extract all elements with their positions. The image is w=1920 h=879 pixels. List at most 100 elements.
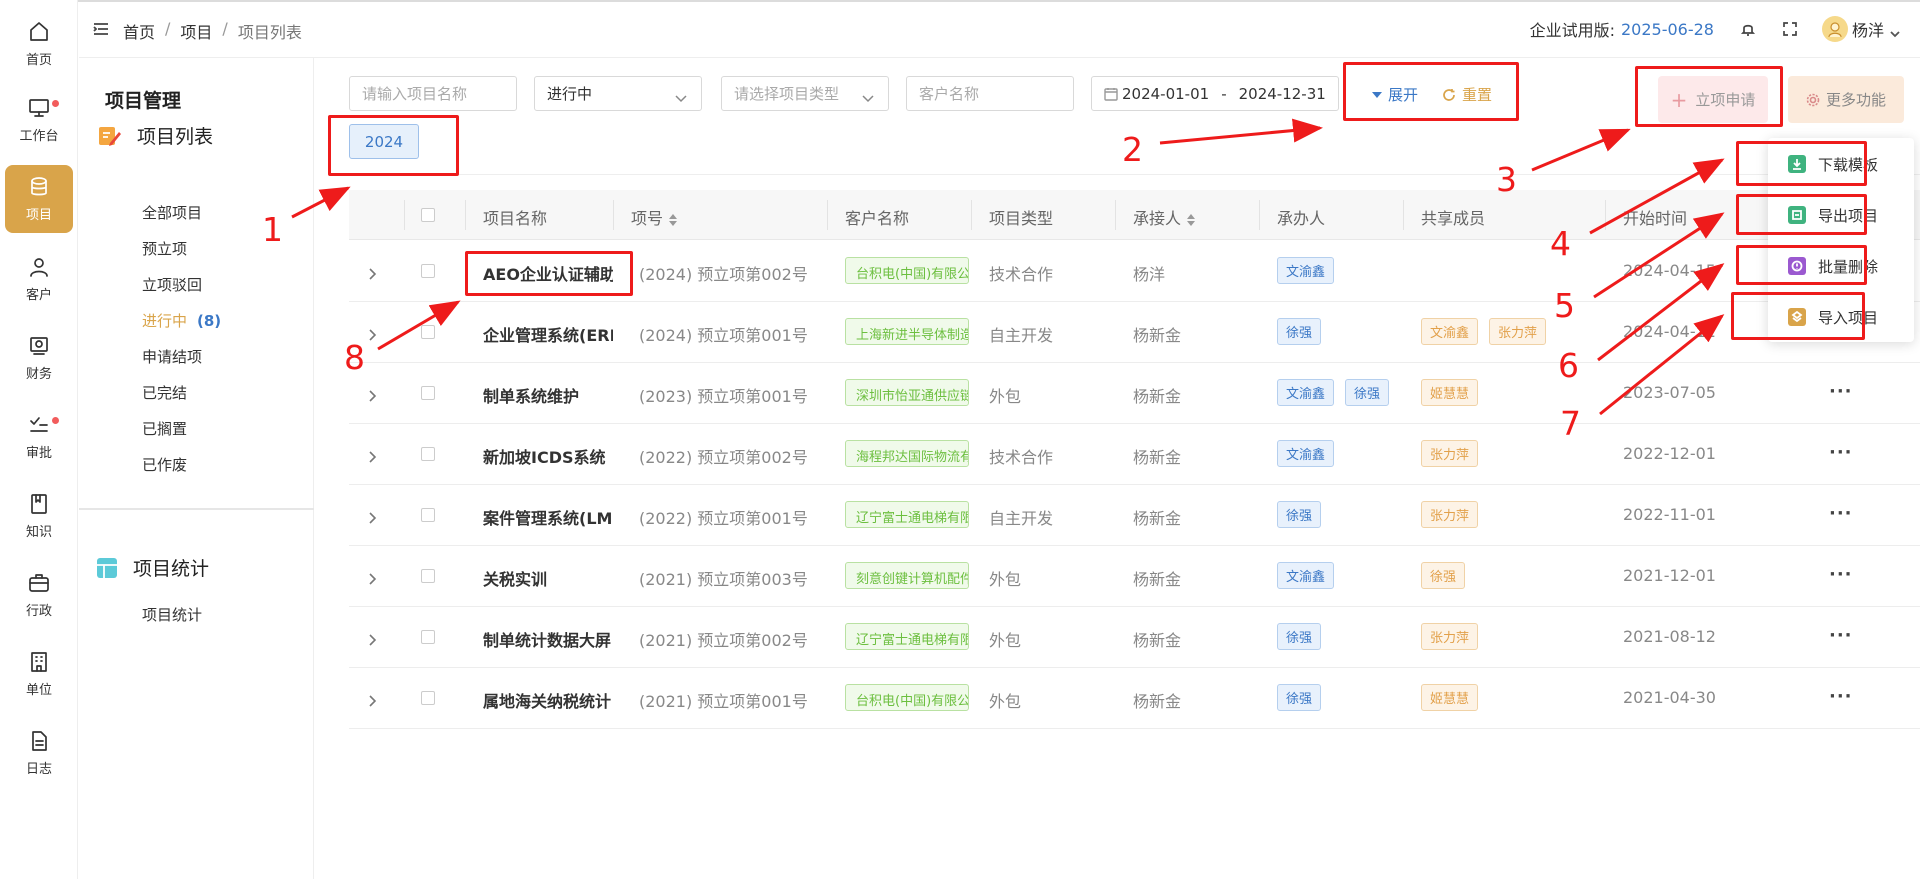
- shared-member-tag: 张力萍: [1421, 501, 1479, 528]
- rail-item-workbench[interactable]: 工作台: [5, 86, 73, 154]
- status-select[interactable]: 进行中: [534, 76, 702, 111]
- start-date: 2021-04-30: [1623, 688, 1716, 707]
- expand-row-icon[interactable]: [369, 570, 377, 585]
- more-actions-button[interactable]: ···: [1829, 381, 1853, 402]
- row-checkbox[interactable]: [421, 691, 435, 705]
- project-type-select[interactable]: 请选择项目类型: [721, 76, 889, 111]
- bell-icon[interactable]: [1740, 21, 1756, 37]
- breadcrumb-project[interactable]: 项目: [180, 19, 212, 43]
- more-functions-button[interactable]: 更多功能: [1788, 76, 1904, 123]
- fullscreen-icon[interactable]: [1782, 21, 1798, 37]
- project-name-input[interactable]: 请输入项目名称: [349, 76, 517, 111]
- rail-item-log[interactable]: 日志: [5, 719, 73, 787]
- user-name[interactable]: 杨洋: [1852, 17, 1884, 41]
- table-row[interactable]: 制单系统维护 (2023) 预立项第001号 深圳市怡亚通供应链股份有限公司 外包 杨新…: [349, 363, 1920, 424]
- table-row[interactable]: 关税实训 (2021) 预立项第003号 刻意创键计算机配件有限公司 外包 杨新金 文渝鑫…: [349, 546, 1920, 607]
- project-name[interactable]: 新加坡ICDS系统: [483, 444, 613, 468]
- customer-tag: 深圳市怡亚通供应链股份有限公司: [845, 379, 969, 406]
- project-name[interactable]: 属地海关纳税统计: [483, 688, 613, 712]
- breadcrumb-home[interactable]: 首页: [123, 19, 155, 43]
- menu-toggle-button[interactable]: [93, 21, 109, 35]
- project-type: 技术合作: [989, 265, 1054, 284]
- sidebar-item-stats[interactable]: 项目统计: [142, 604, 202, 625]
- more-actions-button[interactable]: ···: [1829, 442, 1853, 463]
- expand-row-icon[interactable]: [369, 631, 377, 646]
- avatar[interactable]: [1821, 16, 1848, 42]
- rail-label: 客户: [25, 288, 52, 303]
- sidebar-item-closing[interactable]: 申请结项: [142, 346, 202, 367]
- expand-row-icon[interactable]: [369, 509, 377, 524]
- table-row[interactable]: 制单统计数据大屏 (2021) 预立项第002号 辽宁富士通电梯有限公司 外包 杨新金 徐…: [349, 607, 1920, 668]
- grid-stats-icon: [97, 557, 117, 578]
- sidebar-item-in-progress[interactable]: 进行中 (8): [142, 310, 221, 331]
- sidebar-section-project-stats[interactable]: 项目统计: [96, 554, 209, 581]
- column-divider: [404, 200, 405, 230]
- expand-row-icon[interactable]: [369, 326, 377, 341]
- column-header-receiver[interactable]: 承接人: [1133, 205, 1196, 229]
- row-checkbox[interactable]: [421, 325, 435, 339]
- project-name[interactable]: 制单系统维护: [483, 383, 613, 407]
- expand-row-icon[interactable]: [369, 387, 377, 402]
- row-checkbox[interactable]: [421, 447, 435, 461]
- sidebar-item-shelved[interactable]: 已搁置: [142, 418, 187, 439]
- sidebar-item-finished[interactable]: 已完结: [142, 382, 187, 403]
- table-row[interactable]: 新加坡ICDS系统 (2022) 预立项第002号 海程邦达国际物流有限公司 技术合作…: [349, 424, 1920, 485]
- rail-item-project[interactable]: 项目: [5, 165, 73, 233]
- project-name[interactable]: 案件管理系统(LMS): [483, 505, 613, 529]
- start-date: 2022-11-01: [1623, 505, 1716, 524]
- date-start: 2024-01-01: [1122, 84, 1210, 103]
- sidebar-item-all[interactable]: 全部项目: [142, 202, 202, 223]
- rail-item-finance[interactable]: 财务: [5, 324, 73, 392]
- select-all-checkbox[interactable]: [421, 208, 435, 222]
- row-checkbox[interactable]: [421, 386, 435, 400]
- column-header-number[interactable]: 项号: [631, 205, 678, 229]
- sidebar-section-project-list[interactable]: 项目列表: [96, 122, 213, 149]
- row-checkbox[interactable]: [421, 569, 435, 583]
- more-actions-button[interactable]: ···: [1829, 503, 1853, 524]
- project-name[interactable]: 企业管理系统(ERP): [483, 322, 613, 346]
- rail-item-approval[interactable]: 审批: [5, 403, 73, 471]
- rail-item-knowledge[interactable]: 知识: [5, 482, 73, 550]
- sidebar-item-void[interactable]: 已作废: [142, 454, 187, 475]
- row-checkbox[interactable]: [421, 630, 435, 644]
- sidebar-item-pre[interactable]: 预立项: [142, 238, 187, 259]
- table-row[interactable]: 企业管理系统(ERP) (2024) 预立项第001号 上海新进半导体制造有限公司 自…: [349, 302, 1920, 363]
- expand-row-icon[interactable]: [369, 692, 377, 707]
- expand-row-icon[interactable]: [369, 448, 377, 463]
- project-name[interactable]: 关税实训: [483, 566, 613, 590]
- annotation-box-2: [1343, 62, 1519, 121]
- rail-label: 审批: [25, 446, 52, 461]
- rail-item-unit[interactable]: 单位: [5, 640, 73, 708]
- receiver-name: 杨新金: [1133, 448, 1182, 467]
- sort-icon[interactable]: [669, 213, 678, 226]
- more-actions-button[interactable]: ···: [1829, 625, 1853, 646]
- sort-icon[interactable]: [1187, 213, 1196, 226]
- row-checkbox[interactable]: [421, 264, 435, 278]
- sidebar-item-rejected[interactable]: 立项驳回: [142, 274, 202, 295]
- chevron-down-icon[interactable]: [1890, 24, 1900, 38]
- more-label: 更多功能: [1825, 91, 1886, 109]
- shared-member-tag: 张力萍: [1421, 623, 1479, 650]
- expand-row-icon[interactable]: [369, 265, 377, 280]
- customer-tag: 上海新进半导体制造有限公司: [845, 318, 969, 345]
- start-date: 2022-12-01: [1623, 444, 1716, 463]
- column-divider: [1115, 200, 1116, 230]
- rail-item-home[interactable]: 首页: [5, 10, 73, 78]
- customer-name-input[interactable]: 客户名称: [906, 76, 1074, 111]
- row-checkbox[interactable]: [421, 508, 435, 522]
- annotation-box-6: [1736, 245, 1867, 285]
- table-row[interactable]: 案件管理系统(LMS) (2022) 预立项第001号 辽宁富士通电梯有限公司 自主开…: [349, 485, 1920, 546]
- breadcrumb-current: 项目列表: [237, 23, 302, 42]
- table-row[interactable]: 属地海关纳税统计 (2021) 预立项第001号 台积电(中国)有限公司 外包 杨新金 徐…: [349, 668, 1920, 729]
- rail-item-admin[interactable]: 行政: [5, 561, 73, 629]
- date-range-picker[interactable]: 2024-01-01 - 2024-12-31: [1091, 76, 1339, 111]
- column-divider: [465, 200, 466, 230]
- rail-item-customer[interactable]: 客户: [5, 245, 73, 313]
- annotation-number-4: 4: [1550, 224, 1571, 263]
- customer-tag: 海程邦达国际物流有限公司: [845, 440, 969, 467]
- project-number: (2022) 预立项第002号: [639, 448, 808, 467]
- more-actions-button[interactable]: ···: [1829, 564, 1853, 585]
- breadcrumb-separator: /: [165, 19, 171, 38]
- more-actions-button[interactable]: ···: [1829, 686, 1853, 707]
- project-name[interactable]: 制单统计数据大屏: [483, 627, 613, 651]
